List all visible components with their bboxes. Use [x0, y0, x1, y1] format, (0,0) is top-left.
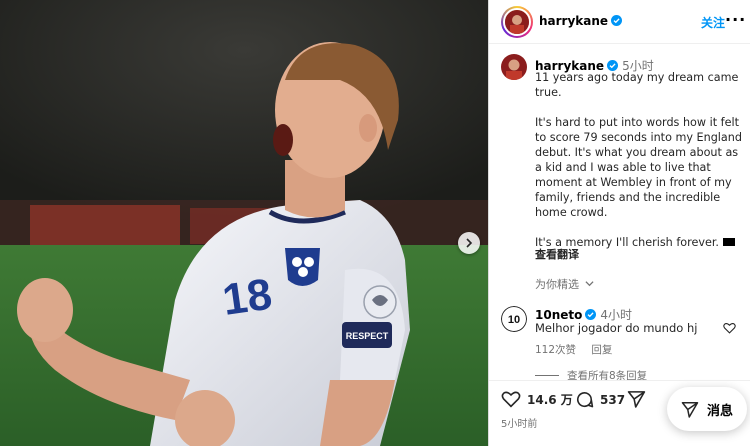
chevron-down-icon [584, 281, 594, 287]
verified-badge-icon [585, 309, 597, 320]
avatar[interactable]: 10 [501, 306, 527, 332]
like-count: 14.6 万 [527, 392, 573, 407]
comment-like-heart-icon[interactable] [723, 322, 736, 334]
comment-button[interactable]: 537 [575, 390, 625, 409]
send-icon [627, 391, 646, 408]
post-header: harrykane 关注 ··· [489, 0, 750, 44]
caption-paragraph: 11 years ago today my dream came true. [535, 71, 739, 99]
curated-for-you-dropdown[interactable]: 为你精选 [535, 276, 594, 292]
like-button[interactable]: 14.6 万 [501, 390, 573, 408]
message-button-label: 消息 [706, 403, 733, 419]
sleeve-badge-text: RESPECT [346, 331, 389, 341]
photo-illustration: RESPECT 18 [0, 0, 488, 446]
story-ring[interactable] [501, 6, 533, 38]
flag-emoji [722, 238, 735, 246]
verified-badge-icon [611, 15, 623, 26]
avatar[interactable] [501, 54, 527, 80]
more-icon[interactable]: ··· [725, 10, 746, 29]
comment-count: 537 [600, 392, 626, 407]
header-username[interactable]: harrykane [539, 14, 623, 28]
comment-likes[interactable]: 112次赞 [535, 344, 576, 356]
post-timestamp: 5小时前 [501, 419, 538, 430]
comment-time: 4小时 [600, 308, 633, 322]
caption-paragraph: It's hard to put into words how it felt … [535, 116, 742, 219]
post-photo: RESPECT 18 [0, 0, 488, 446]
comment-meta: 112次赞 回复 [535, 342, 624, 357]
reply-button[interactable]: 回复 [591, 344, 612, 356]
shirt-number: 18 [220, 270, 275, 325]
avatar[interactable] [503, 8, 531, 36]
share-icon [681, 401, 699, 418]
share-button[interactable] [627, 390, 646, 408]
message-button[interactable]: 消息 [667, 387, 747, 431]
caption-text: 11 years ago today my dream came true. I… [535, 70, 747, 250]
comment-icon [576, 392, 594, 408]
chevron-right-icon [466, 238, 473, 248]
comment-text: Melhor jogador do mundo hj [535, 321, 698, 335]
svg-text:10: 10 [508, 314, 520, 326]
divider-line [535, 375, 559, 376]
follow-button[interactable]: 关注 [701, 14, 725, 31]
carousel-next-button[interactable] [458, 232, 480, 254]
post-sidebar: harrykane 关注 ··· harrykane 5小时 11 years a… [488, 0, 750, 446]
see-translation-link[interactable]: 查看翻译 [535, 246, 579, 262]
heart-icon [501, 391, 521, 408]
